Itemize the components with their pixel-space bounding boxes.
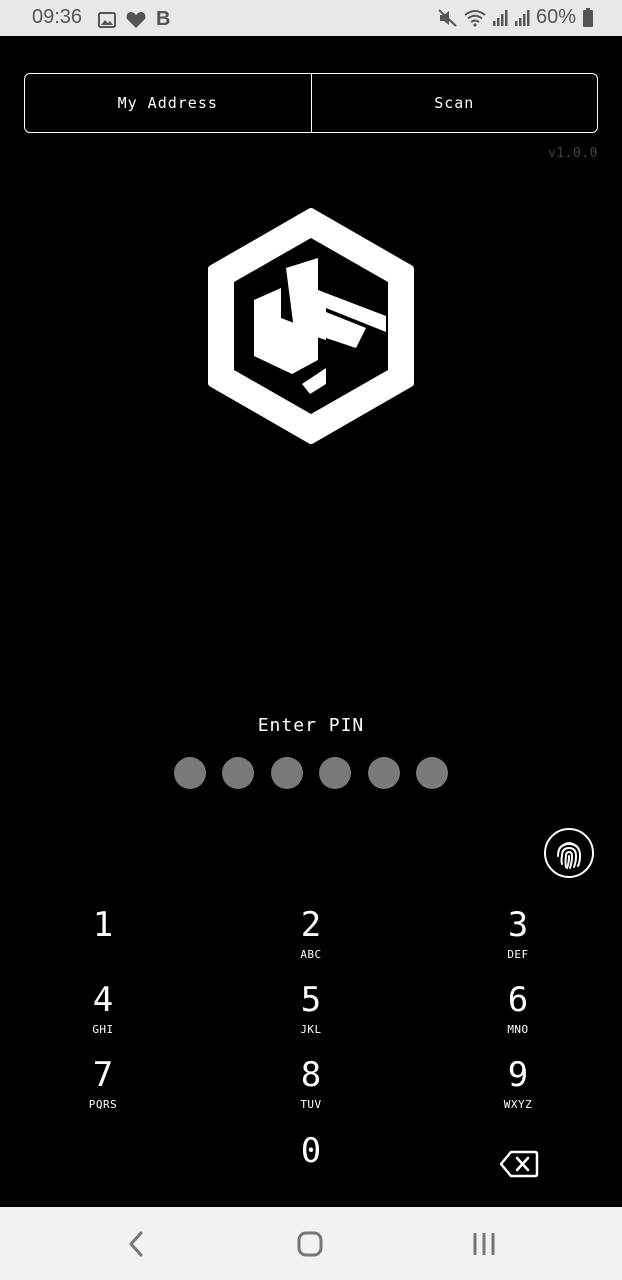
status-bar: 09:36 B 60%: [0, 0, 622, 36]
pin-dot: [222, 757, 255, 789]
key-5[interactable]: 5 JKL: [251, 980, 371, 1044]
fingerprint-icon: [557, 842, 582, 869]
key-0[interactable]: 0: [251, 1131, 371, 1195]
tab-scan[interactable]: Scan: [310, 74, 598, 132]
key-letters: DEF: [507, 948, 529, 961]
key-letters: MNO: [507, 1023, 529, 1036]
key-letters: GHI: [92, 1023, 114, 1036]
version-label: v1.0.0: [548, 146, 598, 161]
key-digit: 5: [300, 980, 322, 1020]
home-icon: [297, 1231, 323, 1257]
nav-back-button[interactable]: [121, 1229, 151, 1259]
tab-my-address[interactable]: My Address: [25, 74, 311, 132]
pin-dot: [416, 757, 449, 789]
nav-recents-button[interactable]: [469, 1229, 499, 1259]
battery-percent: 60%: [535, 6, 576, 28]
top-tabs: My Address Scan: [24, 73, 598, 133]
key-7[interactable]: 7 PQRS: [43, 1055, 163, 1119]
key-digit: 7: [92, 1055, 114, 1095]
key-digit: 3: [507, 905, 529, 945]
key-1[interactable]: 1: [43, 905, 163, 969]
key-letters: TUV: [300, 1098, 322, 1111]
mute-icon: [438, 8, 458, 27]
recents-icon: [473, 1233, 495, 1255]
key-digit: 8: [300, 1055, 322, 1095]
pin-label: Enter PIN: [257, 715, 365, 736]
heart-icon: [126, 11, 146, 29]
key-3[interactable]: 3 DEF: [458, 905, 578, 969]
pin-dot: [319, 757, 352, 789]
hexagon-s-logo: [208, 208, 414, 444]
status-right-icons: 60%: [438, 6, 594, 29]
pin-dot: [270, 757, 303, 789]
key-9[interactable]: 9 WXYZ: [458, 1055, 578, 1119]
key-digit: 1: [92, 905, 114, 945]
key-digit: 9: [507, 1055, 529, 1095]
key-digit: 0: [300, 1131, 322, 1171]
pin-dots: [0, 757, 622, 789]
key-digit: 2: [300, 905, 322, 945]
signal-icon: [492, 9, 508, 27]
key-letters: JKL: [300, 1023, 322, 1036]
key-letters: WXYZ: [503, 1098, 533, 1111]
image-icon: [98, 11, 116, 28]
key-2[interactable]: 2 ABC: [251, 905, 371, 969]
nav-home-button[interactable]: [295, 1229, 325, 1259]
signal-icon: [514, 9, 530, 27]
pin-dot: [173, 757, 206, 789]
system-nav-bar: [0, 1207, 622, 1280]
key-digit: 6: [507, 980, 529, 1020]
status-left-icons: B: [98, 8, 170, 31]
pin-dot: [367, 757, 400, 789]
b-app-icon: B: [156, 8, 171, 30]
status-time: 09:36: [32, 6, 83, 28]
key-4[interactable]: 4 GHI: [43, 980, 163, 1044]
key-letters: PQRS: [88, 1098, 118, 1111]
key-6[interactable]: 6 MNO: [458, 980, 578, 1044]
key-digit: 4: [92, 980, 114, 1020]
backspace-icon[interactable]: [499, 1149, 539, 1179]
key-letters: ABC: [300, 948, 322, 961]
back-icon: [129, 1231, 143, 1257]
fingerprint-button[interactable]: [544, 828, 594, 878]
battery-icon: [582, 7, 594, 28]
wifi-icon: [464, 9, 486, 27]
key-8[interactable]: 8 TUV: [251, 1055, 371, 1119]
